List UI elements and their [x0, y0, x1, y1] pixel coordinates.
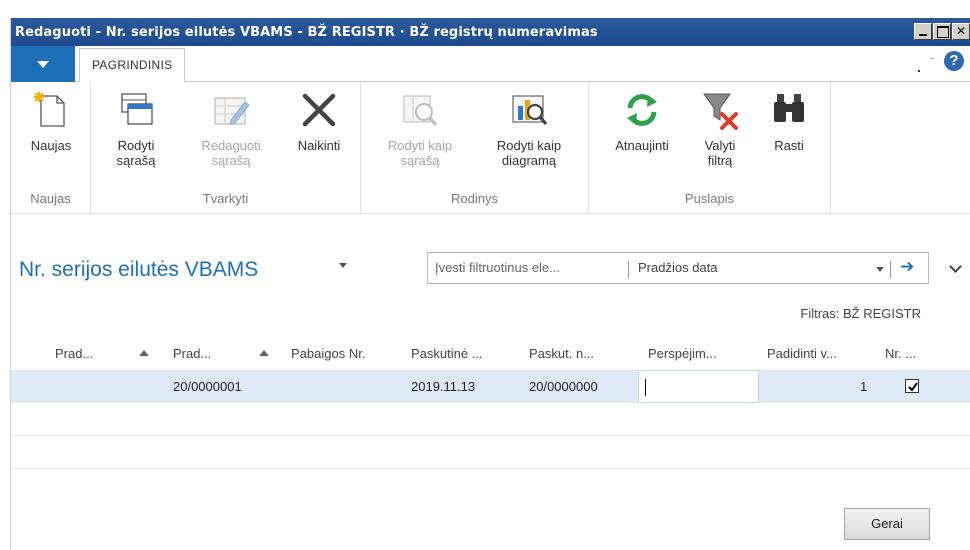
table-row[interactable]: [11, 436, 970, 469]
maximize-button[interactable]: [933, 23, 951, 40]
help-icon[interactable]: ?: [944, 51, 964, 71]
find-label: Rasti: [774, 138, 804, 153]
cell-starting-no[interactable]: 20/0000001: [173, 379, 242, 394]
new-button-label: Naujas: [30, 138, 72, 153]
show-list-button[interactable]: Rodyti sąrašą: [101, 90, 171, 168]
ribbon-group-tvarkyti: Rodyti sąrašą Redaguoti sąrašą Naikinti …: [91, 82, 361, 214]
sort-ascending-icon: [139, 350, 149, 356]
desktop-edge: [0, 12, 10, 550]
page-title-dropdown-icon[interactable]: [339, 263, 347, 268]
view-as-list-button: Rodyti kaip sąrašą: [373, 90, 467, 168]
clear-filter-button[interactable]: Valyti filtrą: [689, 90, 751, 168]
group-label-rodinys: Rodinys: [451, 191, 498, 206]
clear-filter-icon: [703, 93, 738, 130]
cell-warning-no-input[interactable]: [638, 370, 759, 403]
clear-filter-label: Valyti filtrą: [704, 138, 736, 168]
refresh-button[interactable]: Atnaujinti: [601, 90, 683, 153]
table-row[interactable]: 20/0000001 2019.11.13 20/0000000 1: [11, 370, 970, 403]
show-list-label: Rodyti sąrašą: [116, 138, 156, 168]
col-header-starting-no[interactable]: Prad...: [173, 346, 211, 361]
show-list-icon: [121, 93, 153, 125]
delete-label: Naikinti: [297, 138, 341, 153]
edit-window: Redaguoti - Nr. serijos eilutės VBAMS - …: [10, 18, 970, 550]
cell-increment-by[interactable]: 1: [860, 379, 867, 394]
group-label-puslapis: Puslapis: [684, 191, 735, 206]
title-bar[interactable]: Redaguoti - Nr. serijos eilutės VBAMS - …: [11, 18, 970, 46]
col-header-open[interactable]: Nr. ...: [885, 346, 916, 361]
new-button[interactable]: Naujas: [17, 90, 85, 153]
minimize-button[interactable]: [914, 23, 932, 40]
cell-open-checkbox[interactable]: [905, 379, 919, 393]
find-button[interactable]: Rasti: [757, 90, 821, 153]
application-menu-button[interactable]: [11, 46, 75, 82]
group-label-naujas: Naujas: [30, 191, 71, 206]
window-title: Redaguoti - Nr. serijos eilutės VBAMS - …: [15, 24, 598, 40]
col-header-ending-no[interactable]: Pabaigos Nr.: [291, 346, 365, 361]
new-document-icon: [34, 92, 65, 127]
view-as-chart-icon: [512, 95, 548, 126]
page-title[interactable]: Nr. serijos eilutės VBAMS: [19, 258, 258, 282]
edit-list-icon: [214, 97, 250, 125]
collapse-chevron-icon[interactable]: [949, 260, 962, 273]
close-button[interactable]: ✕: [952, 23, 970, 40]
grid-header: Prad... Prad... Pabaigos Nr. Paskutinė .…: [11, 338, 970, 370]
filter-input[interactable]: Įvesti filtruotinus ele...: [435, 260, 625, 275]
filter-separator-2: [890, 261, 891, 278]
group-label-tvarkyti: Tvarkyti: [202, 191, 249, 206]
applied-filter-label: Filtras: BŽ REGISTR: [800, 306, 921, 321]
dropdown-arrow-icon: [37, 60, 49, 68]
edit-list-label: Redaguoti sąrašą: [201, 138, 261, 168]
ribbon-dot: [918, 70, 920, 72]
view-as-chart-button[interactable]: Rodyti kaip diagramą: [479, 90, 579, 168]
filter-box: Įvesti filtruotinus ele... Pradžios data…: [427, 252, 929, 284]
window-controls: ✕: [913, 23, 970, 40]
ribbon-tab-row: PAGRINDINIS ?: [11, 46, 970, 83]
cell-last-no-used[interactable]: 20/0000000: [529, 379, 598, 394]
apply-filter-arrow-icon[interactable]: ➔: [900, 257, 914, 277]
view-as-chart-label: Rodyti kaip diagramą: [496, 138, 562, 168]
ribbon-group-naujas: Naujas Naujas: [11, 82, 91, 214]
filter-field-dropdown-icon[interactable]: [876, 267, 884, 272]
edit-list-button: Redaguoti sąrašą: [189, 90, 273, 168]
table-row[interactable]: [11, 403, 970, 436]
delete-button[interactable]: Naikinti: [287, 90, 351, 153]
tab-pagrindinis[interactable]: PAGRINDINIS: [79, 48, 186, 83]
find-binoculars-icon: [774, 94, 804, 122]
cell-last-date-used[interactable]: 2019.11.13: [411, 379, 475, 394]
col-header-starting-date[interactable]: Prad...: [55, 346, 93, 361]
page-header: Nr. serijos eilutės VBAMS Įvesti filtruo…: [11, 238, 970, 321]
ribbon-group-puslapis: Atnaujinti Valyti filtrą Rasti Puslapis: [589, 82, 831, 214]
ribbon-group-rodinys: Rodyti kaip sąrašą Rodyti kaip diagramą …: [361, 82, 589, 214]
col-header-warning-no[interactable]: Perspėjim...: [648, 346, 717, 361]
ribbon-minimize-mark: [931, 58, 934, 59]
ribbon: Naujas Naujas Rodyti sąrašą Redaguoti są…: [11, 82, 970, 214]
view-as-list-label: Rodyti kaip sąrašą: [387, 138, 453, 168]
col-header-last-no-used[interactable]: Paskut. n...: [529, 346, 594, 361]
filter-separator: [628, 261, 629, 278]
refresh-label: Atnaujinti: [615, 138, 669, 153]
ok-button[interactable]: Gerai: [844, 508, 930, 540]
checkmark-icon: [908, 382, 918, 392]
view-as-list-icon: [403, 95, 438, 126]
lines-grid: Prad... Prad... Pabaigos Nr. Paskutinė .…: [11, 338, 970, 469]
col-header-last-date-used[interactable]: Paskutinė ...: [411, 346, 483, 361]
col-header-increment-by[interactable]: Padidinti v...: [767, 346, 837, 361]
filter-field-select[interactable]: Pradžios data: [638, 260, 718, 275]
sort-ascending-icon: [259, 350, 269, 356]
delete-icon: [302, 93, 336, 127]
text-cursor: [645, 379, 646, 396]
refresh-icon: [627, 94, 657, 126]
